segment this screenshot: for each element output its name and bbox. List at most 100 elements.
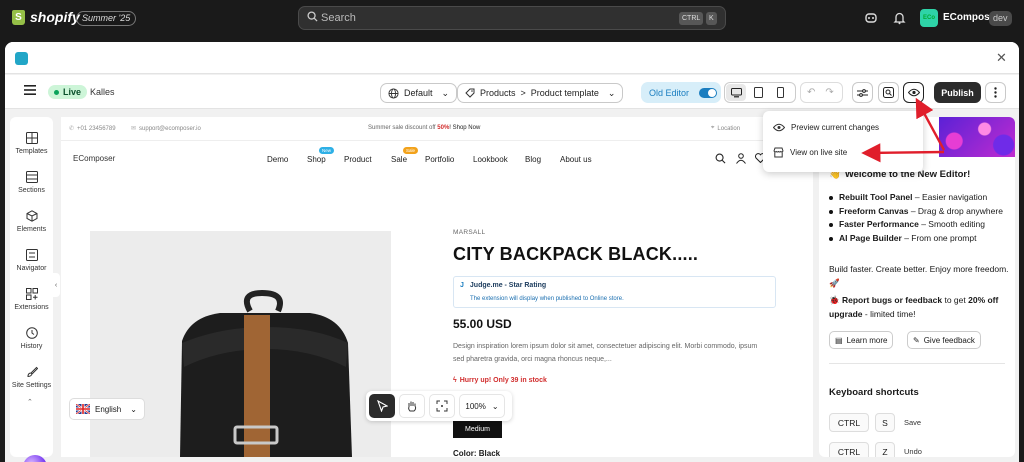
feature-desc: – Smooth editing bbox=[918, 219, 985, 229]
zoom-select[interactable]: 100% ⌄ bbox=[459, 394, 505, 418]
location-pin-icon: ⌖ bbox=[711, 125, 715, 131]
learn-more-button[interactable]: ▤ Learn more bbox=[829, 331, 894, 349]
shortcut-key-ctrl: CTRL bbox=[829, 442, 869, 457]
book-icon: ▤ bbox=[835, 335, 843, 345]
breadcrumb[interactable]: Products > Product template ⌄ bbox=[457, 83, 624, 103]
nav-portfolio[interactable]: Portfolio bbox=[425, 155, 454, 164]
nav-blog[interactable]: Blog bbox=[525, 155, 541, 164]
size-option-medium[interactable]: Medium bbox=[453, 420, 502, 438]
bell-icon[interactable] bbox=[893, 11, 906, 25]
feedback-offer-mid: to get bbox=[942, 295, 969, 305]
toggle-switch[interactable] bbox=[699, 87, 718, 98]
product-image[interactable] bbox=[90, 231, 391, 457]
nav-demo[interactable]: Demo bbox=[267, 155, 288, 164]
account-icon[interactable] bbox=[736, 153, 746, 164]
chevron-down-icon: ⌄ bbox=[441, 87, 450, 98]
old-editor-toggle[interactable]: Old Editor bbox=[641, 82, 721, 103]
breadcrumb-template: Product template bbox=[530, 88, 599, 98]
announcement-prefix: Summer sale discount off bbox=[368, 125, 438, 131]
divider bbox=[829, 363, 1005, 364]
give-feedback-button[interactable]: ✎ Give feedback bbox=[907, 331, 981, 349]
shop-now-link[interactable]: ! Shop Now bbox=[449, 125, 480, 131]
nav-shop[interactable]: Shop New bbox=[307, 147, 335, 164]
menu-item-view-live[interactable]: View on live site bbox=[773, 147, 847, 158]
build-faster-text: Build faster. Create better. Enjoy more … bbox=[829, 263, 1009, 290]
sidekick-icon[interactable] bbox=[864, 11, 878, 25]
search-icon[interactable] bbox=[715, 153, 726, 164]
undo-icon[interactable]: ↶ bbox=[807, 87, 815, 98]
sidebar-item-navigator[interactable]: Navigator bbox=[10, 247, 53, 272]
feature-desc: – Easier navigation bbox=[912, 192, 988, 202]
mobile-view-button[interactable] bbox=[770, 84, 790, 101]
hand-tool-button[interactable] bbox=[399, 394, 425, 418]
sidebar-item-history[interactable]: History bbox=[10, 325, 53, 350]
sidebar-item-elements[interactable]: Elements bbox=[10, 208, 53, 233]
redo-icon[interactable]: ↷ bbox=[825, 87, 833, 98]
preview-button[interactable] bbox=[903, 82, 924, 103]
more-options-button[interactable] bbox=[985, 82, 1006, 103]
hamburger-menu-icon[interactable] bbox=[24, 85, 36, 95]
shopify-logo[interactable]: S shopify bbox=[12, 9, 80, 25]
sidebar-collapse-handle[interactable]: ‹ bbox=[52, 273, 60, 297]
nav-lookbook[interactable]: Lookbook bbox=[473, 155, 508, 164]
status-badge: Live bbox=[48, 85, 88, 99]
feature-name: Rebuilt Tool Panel bbox=[839, 192, 913, 202]
feedback-offer-text: 🐞 Report bugs or feedback to get 20% off… bbox=[829, 294, 1009, 321]
nav-product[interactable]: Product bbox=[344, 155, 372, 164]
sidebar-item-templates[interactable]: Templates bbox=[10, 130, 53, 155]
scroll-up-icon[interactable]: ⌃ bbox=[27, 398, 33, 406]
settings-sliders-button[interactable] bbox=[852, 82, 873, 103]
phone-contact[interactable]: ✆ +01 23456789 bbox=[69, 125, 116, 133]
language-selector[interactable]: English ⌄ bbox=[69, 398, 145, 420]
fit-screen-button[interactable] bbox=[429, 394, 455, 418]
search-input[interactable]: Search CTRL K bbox=[298, 6, 726, 30]
mail-icon: ✉ bbox=[131, 126, 137, 132]
status-label: Live bbox=[63, 87, 82, 97]
stock-alert-text: Hurry up! Only 39 in stock bbox=[459, 377, 547, 384]
sidebar-item-sections[interactable]: Sections bbox=[10, 169, 53, 194]
edition-badge: Summer '25 bbox=[76, 11, 137, 26]
desktop-view-button[interactable] bbox=[726, 84, 746, 101]
store-logo[interactable]: EComposer bbox=[73, 154, 115, 163]
clock-icon bbox=[24, 325, 39, 340]
ai-search-button[interactable] bbox=[878, 82, 899, 103]
search-icon bbox=[307, 11, 318, 22]
list-item: Rebuilt Tool Panel – Easier navigation bbox=[829, 191, 1009, 205]
email-contact[interactable]: ✉ support@ecomposer.io bbox=[131, 125, 201, 133]
store-avatar[interactable]: ECo bbox=[920, 9, 938, 27]
email-text: support@ecomposer.io bbox=[139, 125, 201, 132]
nav-shop-label: Shop bbox=[307, 155, 326, 164]
tablet-view-button[interactable] bbox=[748, 84, 768, 101]
chevron-down-icon: ⌄ bbox=[607, 87, 616, 98]
select-tool-button[interactable] bbox=[369, 394, 395, 418]
sidebar-item-site-settings[interactable]: Site Settings bbox=[10, 364, 53, 389]
shopify-bag-icon: S bbox=[12, 9, 25, 25]
location-text: Location bbox=[717, 125, 741, 132]
template-select[interactable]: Default ⌄ bbox=[380, 83, 458, 103]
product-vendor[interactable]: MARSALL bbox=[453, 229, 485, 236]
nav-about-us[interactable]: About us bbox=[560, 155, 592, 164]
sale-badge: Sale bbox=[403, 147, 419, 154]
sidebar-item-label: Navigator bbox=[16, 265, 47, 272]
sidebar-item-label: Templates bbox=[15, 148, 48, 155]
list-item: Freeform Canvas – Drag & drop anywhere bbox=[829, 205, 1009, 219]
sidebar-item-label: Sections bbox=[18, 187, 45, 194]
nav-sale[interactable]: Sale Sale bbox=[391, 147, 419, 164]
ai-search-icon bbox=[883, 87, 894, 98]
shortcut-label-undo: Undo bbox=[904, 447, 922, 456]
close-icon[interactable]: ✕ bbox=[996, 50, 1007, 66]
menu-item-preview-changes[interactable]: Preview current changes bbox=[773, 123, 879, 132]
more-vertical-icon bbox=[994, 87, 997, 98]
product-price: 55.00 USD bbox=[453, 317, 512, 331]
announcement-percent: 50% bbox=[437, 125, 450, 131]
judgeme-title: Judge.me - Star Rating bbox=[469, 282, 547, 289]
sidebar-item-extensions[interactable]: Extensions bbox=[10, 286, 53, 311]
nav-sale-label: Sale bbox=[391, 155, 408, 164]
feature-name: Freeform Canvas bbox=[839, 205, 909, 216]
ai-assistant-orb[interactable] bbox=[23, 455, 47, 462]
location-selector[interactable]: ⌖ Location bbox=[711, 125, 740, 132]
judgeme-widget: J Judge.me - Star Rating The extension wi… bbox=[453, 276, 776, 308]
sidebar-item-label: Elements bbox=[16, 226, 47, 233]
publish-button[interactable]: Publish bbox=[934, 82, 981, 103]
tablet-icon bbox=[753, 87, 763, 98]
